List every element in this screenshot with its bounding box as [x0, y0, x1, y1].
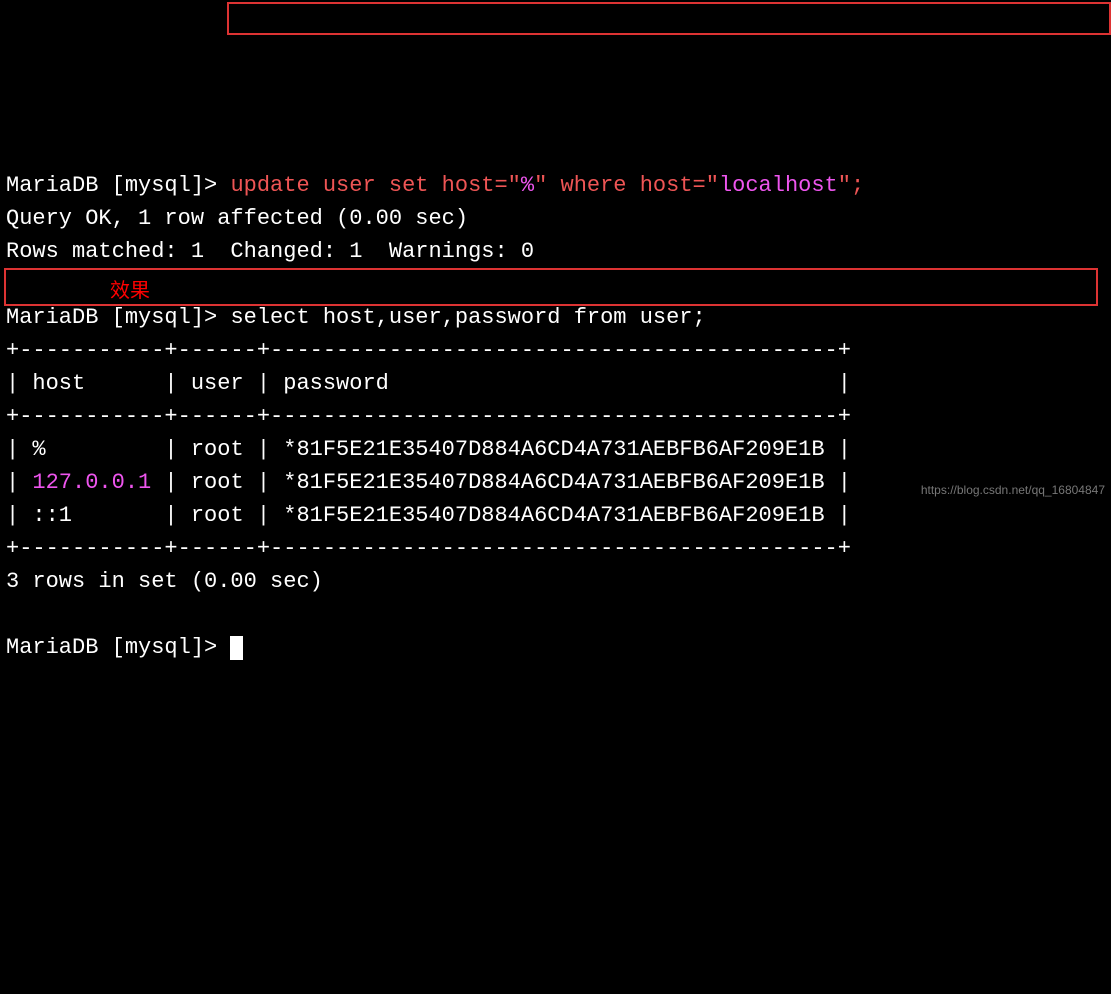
cmd-update-p4: localhost — [719, 173, 838, 198]
table-row: | root | *81F5E21E35407D884A6CD4A731AEBF… — [46, 437, 851, 462]
cmd-update-p2: % — [521, 173, 534, 198]
watermark: https://blog.csdn.net/qq_16804847 — [921, 481, 1105, 499]
result-line: Rows matched: 1 Changed: 1 Warnings: 0 — [6, 239, 534, 264]
cmd-update-p3: " where host=" — [534, 173, 719, 198]
table-row: | — [6, 470, 32, 495]
table-row: | — [6, 503, 32, 528]
table-row: | root | *81F5E21E35407D884A6CD4A731AEBF… — [72, 503, 851, 528]
host-value: % — [32, 437, 45, 462]
prompt: MariaDB [mysql]> — [6, 173, 230, 198]
cmd-update-p5: "; — [838, 173, 864, 198]
cmd-update-p1: update user set host=" — [230, 173, 520, 198]
terminal-output: MariaDB [mysql]> update user set host="%… — [6, 136, 1105, 664]
rows-summary: 3 rows in set (0.00 sec) — [6, 569, 323, 594]
cursor-icon[interactable] — [230, 636, 243, 660]
table-header: | host | user | password | — [6, 371, 851, 396]
table-border: +-----------+------+--------------------… — [6, 338, 851, 363]
table-row: | — [6, 437, 32, 462]
table-border: +-----------+------+--------------------… — [6, 404, 851, 429]
result-line: Query OK, 1 row affected (0.00 sec) — [6, 206, 468, 231]
cmd-select: select host,user,password from user; — [230, 305, 705, 330]
table-border: +-----------+------+--------------------… — [6, 536, 851, 561]
table-row: | root | *81F5E21E35407D884A6CD4A731AEBF… — [151, 470, 851, 495]
host-value: 127.0.0.1 — [32, 470, 151, 495]
prompt: MariaDB [mysql]> — [6, 305, 230, 330]
host-value: ::1 — [32, 503, 72, 528]
highlight-command — [227, 2, 1111, 35]
prompt: MariaDB [mysql]> — [6, 635, 230, 660]
